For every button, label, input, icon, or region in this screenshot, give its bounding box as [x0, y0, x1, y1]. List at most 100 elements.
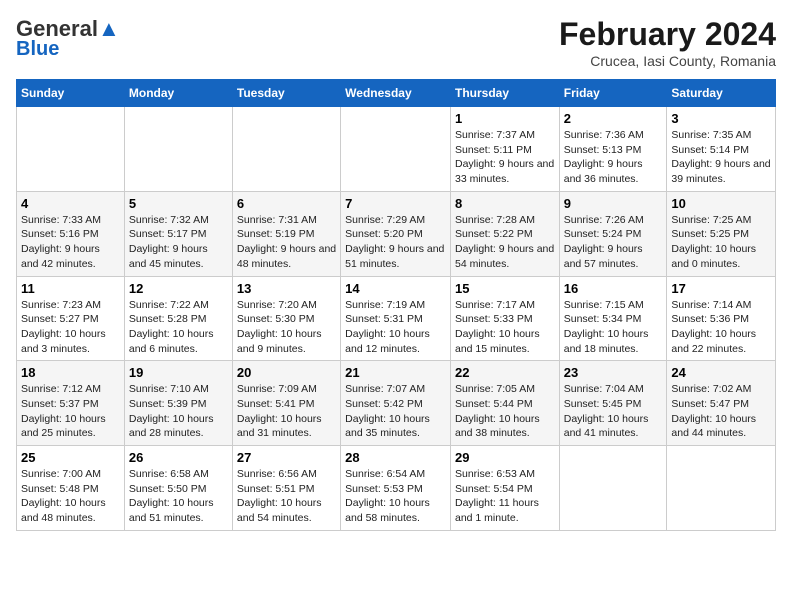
- day-number: 1: [455, 111, 555, 126]
- header-monday: Monday: [124, 80, 232, 107]
- calendar-cell: 11 Sunrise: 7:23 AM Sunset: 5:27 PM Dayli…: [17, 276, 125, 361]
- day-info: Sunrise: 7:07 AM Sunset: 5:42 PM Dayligh…: [345, 382, 446, 441]
- calendar-week-5: 25Sunrise: 7:00 AM Sunset: 5:48 PM Dayli…: [17, 446, 776, 531]
- calendar-cell: [17, 107, 125, 192]
- day-number: 2: [564, 111, 663, 126]
- day-info: Sunrise: 7:31 AM Sunset: 5:19 PM Dayligh…: [237, 213, 336, 272]
- day-info: Sunrise: 7:29 AM Sunset: 5:20 PM Dayligh…: [345, 213, 446, 272]
- calendar-cell: [341, 107, 451, 192]
- header-friday: Friday: [559, 80, 667, 107]
- day-info: Sunrise: 7:05 AM Sunset: 5:44 PM Dayligh…: [455, 382, 555, 441]
- day-number: 28: [345, 450, 446, 465]
- day-info: Sunrise: 6:54 AM Sunset: 5:53 PM Dayligh…: [345, 467, 446, 526]
- day-number: 27: [237, 450, 336, 465]
- calendar-cell: 3Sunrise: 7:35 AM Sunset: 5:14 PM Daylig…: [667, 107, 776, 192]
- calendar-cell: 10 Sunrise: 7:25 AM Sunset: 5:25 PM Dayli…: [667, 191, 776, 276]
- logo-subtext: Blue: [16, 38, 59, 61]
- calendar-cell: 8 Sunrise: 7:28 AM Sunset: 5:22 PM Daylig…: [450, 191, 559, 276]
- calendar-cell: 9 Sunrise: 7:26 AM Sunset: 5:24 PM Daylig…: [559, 191, 667, 276]
- calendar-cell: 4Sunrise: 7:33 AM Sunset: 5:16 PM Daylig…: [17, 191, 125, 276]
- calendar-cell: 17 Sunrise: 7:14 AM Sunset: 5:36 PM Dayli…: [667, 276, 776, 361]
- day-number: 14: [345, 281, 446, 296]
- header-tuesday: Tuesday: [232, 80, 340, 107]
- calendar-cell: 7 Sunrise: 7:29 AM Sunset: 5:20 PM Daylig…: [341, 191, 451, 276]
- calendar-cell: 18 Sunrise: 7:12 AM Sunset: 5:37 PM Dayli…: [17, 361, 125, 446]
- calendar-cell: 20Sunrise: 7:09 AM Sunset: 5:41 PM Dayli…: [232, 361, 340, 446]
- calendar-cell: [559, 446, 667, 531]
- day-info: Sunrise: 7:25 AM Sunset: 5:25 PM Dayligh…: [671, 213, 771, 272]
- day-info: Sunrise: 7:26 AM Sunset: 5:24 PM Dayligh…: [564, 213, 663, 272]
- day-number: 16: [564, 281, 663, 296]
- month-title: February 2024: [559, 16, 776, 53]
- calendar-cell: 24Sunrise: 7:02 AM Sunset: 5:47 PM Dayli…: [667, 361, 776, 446]
- day-number: 13: [237, 281, 336, 296]
- day-number: 19: [129, 365, 228, 380]
- calendar-cell: 16 Sunrise: 7:15 AM Sunset: 5:34 PM Dayli…: [559, 276, 667, 361]
- day-number: 11: [21, 281, 120, 296]
- day-info: Sunrise: 7:28 AM Sunset: 5:22 PM Dayligh…: [455, 213, 555, 272]
- day-info: Sunrise: 6:56 AM Sunset: 5:51 PM Dayligh…: [237, 467, 336, 526]
- calendar-week-2: 4Sunrise: 7:33 AM Sunset: 5:16 PM Daylig…: [17, 191, 776, 276]
- day-number: 12: [129, 281, 228, 296]
- calendar-cell: 1 Sunrise: 7:37 AM Sunset: 5:11 PM Daylig…: [450, 107, 559, 192]
- day-info: Sunrise: 7:10 AM Sunset: 5:39 PM Dayligh…: [129, 382, 228, 441]
- day-number: 10: [671, 196, 771, 211]
- day-number: 21: [345, 365, 446, 380]
- day-info: Sunrise: 7:22 AM Sunset: 5:28 PM Dayligh…: [129, 298, 228, 357]
- day-number: 23: [564, 365, 663, 380]
- day-info: Sunrise: 6:58 AM Sunset: 5:50 PM Dayligh…: [129, 467, 228, 526]
- header-thursday: Thursday: [450, 80, 559, 107]
- day-number: 9: [564, 196, 663, 211]
- calendar-cell: 26 Sunrise: 6:58 AM Sunset: 5:50 PM Dayli…: [124, 446, 232, 531]
- calendar-cell: 22 Sunrise: 7:05 AM Sunset: 5:44 PM Dayli…: [450, 361, 559, 446]
- day-info: Sunrise: 7:36 AM Sunset: 5:13 PM Dayligh…: [564, 128, 663, 187]
- day-number: 6: [237, 196, 336, 211]
- day-info: Sunrise: 7:14 AM Sunset: 5:36 PM Dayligh…: [671, 298, 771, 357]
- header-sunday: Sunday: [17, 80, 125, 107]
- day-number: 29: [455, 450, 555, 465]
- location-title: Crucea, Iasi County, Romania: [559, 53, 776, 69]
- day-info: Sunrise: 7:12 AM Sunset: 5:37 PM Dayligh…: [21, 382, 120, 441]
- calendar-table: SundayMondayTuesdayWednesdayThursdayFrid…: [16, 79, 776, 531]
- day-number: 7: [345, 196, 446, 211]
- day-number: 15: [455, 281, 555, 296]
- calendar-cell: 2 Sunrise: 7:36 AM Sunset: 5:13 PM Daylig…: [559, 107, 667, 192]
- calendar-cell: 6 Sunrise: 7:31 AM Sunset: 5:19 PM Daylig…: [232, 191, 340, 276]
- calendar-cell: 28 Sunrise: 6:54 AM Sunset: 5:53 PM Dayli…: [341, 446, 451, 531]
- day-info: Sunrise: 7:00 AM Sunset: 5:48 PM Dayligh…: [21, 467, 120, 526]
- day-info: Sunrise: 7:04 AM Sunset: 5:45 PM Dayligh…: [564, 382, 663, 441]
- calendar-week-4: 18 Sunrise: 7:12 AM Sunset: 5:37 PM Dayli…: [17, 361, 776, 446]
- logo: General▲ Blue: [16, 16, 120, 61]
- calendar-cell: [232, 107, 340, 192]
- day-number: 4: [21, 196, 120, 211]
- calendar-cell: 29Sunrise: 6:53 AM Sunset: 5:54 PM Dayli…: [450, 446, 559, 531]
- header-saturday: Saturday: [667, 80, 776, 107]
- calendar-cell: 12 Sunrise: 7:22 AM Sunset: 5:28 PM Dayli…: [124, 276, 232, 361]
- calendar-cell: 25Sunrise: 7:00 AM Sunset: 5:48 PM Dayli…: [17, 446, 125, 531]
- day-info: Sunrise: 7:15 AM Sunset: 5:34 PM Dayligh…: [564, 298, 663, 357]
- calendar-cell: [667, 446, 776, 531]
- day-number: 20: [237, 365, 336, 380]
- calendar-cell: 19 Sunrise: 7:10 AM Sunset: 5:39 PM Dayli…: [124, 361, 232, 446]
- calendar-header-row: SundayMondayTuesdayWednesdayThursdayFrid…: [17, 80, 776, 107]
- calendar-cell: [124, 107, 232, 192]
- day-number: 3: [671, 111, 771, 126]
- day-number: 17: [671, 281, 771, 296]
- calendar-week-1: 1 Sunrise: 7:37 AM Sunset: 5:11 PM Daylig…: [17, 107, 776, 192]
- calendar-week-3: 11 Sunrise: 7:23 AM Sunset: 5:27 PM Dayli…: [17, 276, 776, 361]
- calendar-cell: 14Sunrise: 7:19 AM Sunset: 5:31 PM Dayli…: [341, 276, 451, 361]
- day-number: 8: [455, 196, 555, 211]
- day-info: Sunrise: 7:32 AM Sunset: 5:17 PM Dayligh…: [129, 213, 228, 272]
- calendar-cell: 23 Sunrise: 7:04 AM Sunset: 5:45 PM Dayli…: [559, 361, 667, 446]
- day-info: Sunrise: 7:23 AM Sunset: 5:27 PM Dayligh…: [21, 298, 120, 357]
- day-number: 26: [129, 450, 228, 465]
- day-number: 24: [671, 365, 771, 380]
- title-area: February 2024 Crucea, Iasi County, Roman…: [559, 16, 776, 69]
- day-number: 22: [455, 365, 555, 380]
- day-info: Sunrise: 7:37 AM Sunset: 5:11 PM Dayligh…: [455, 128, 555, 187]
- day-number: 18: [21, 365, 120, 380]
- day-info: Sunrise: 7:20 AM Sunset: 5:30 PM Dayligh…: [237, 298, 336, 357]
- day-number: 5: [129, 196, 228, 211]
- calendar-cell: 5 Sunrise: 7:32 AM Sunset: 5:17 PM Daylig…: [124, 191, 232, 276]
- day-info: Sunrise: 7:17 AM Sunset: 5:33 PM Dayligh…: [455, 298, 555, 357]
